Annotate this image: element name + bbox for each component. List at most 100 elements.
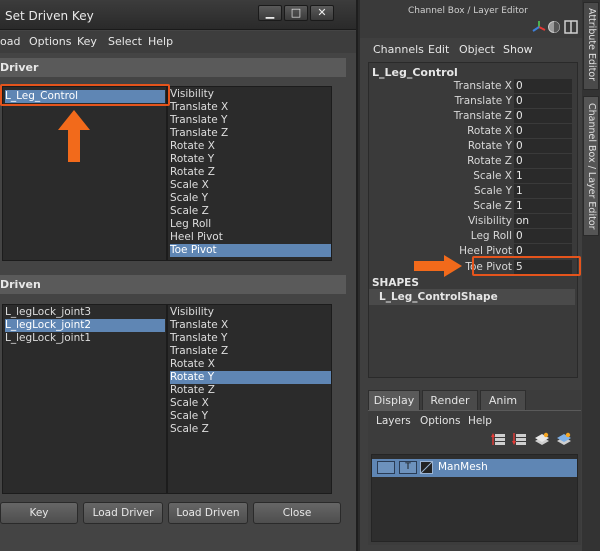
menu-edit[interactable]: Edit (428, 43, 449, 56)
tab-label: Attribute Editor (586, 8, 597, 82)
move-layer-down-icon[interactable] (512, 432, 528, 446)
channel-value-translate-x[interactable]: 0 (514, 79, 572, 93)
minimize-button[interactable]: ▁ (258, 5, 282, 21)
list-item[interactable]: L_legLock_joint3 (5, 306, 165, 319)
attribute-visibility[interactable]: Visibility (170, 88, 331, 101)
channel-value-scale-x[interactable]: 1 (514, 169, 572, 183)
channel-box-menu: Channels Edit Object Show (360, 40, 582, 60)
attribute-rotate-y[interactable]: Rotate Y (170, 371, 331, 384)
side-tab-strip: Attribute Editor Channel Box / Layer Edi… (582, 0, 600, 551)
new-layer-icon[interactable] (534, 432, 550, 446)
channel-label-leg-roll[interactable]: Leg Roll (369, 230, 512, 242)
attribute-translate-z[interactable]: Translate Z (170, 345, 331, 358)
attribute-visibility[interactable]: Visibility (170, 306, 331, 319)
menu-select[interactable]: Select (108, 35, 142, 48)
layer-editor: Display Render Anim Layers Options Help … (368, 390, 581, 545)
channel-value-leg-roll[interactable]: 0 (514, 229, 572, 243)
tab-anim[interactable]: Anim (480, 390, 526, 410)
attribute-translate-y[interactable]: Translate Y (170, 332, 331, 345)
panel-heading: Channel Box / Layer Editor (408, 6, 528, 16)
list-item[interactable]: L_legLock_joint2 (5, 319, 165, 332)
tab-attribute-editor[interactable]: Attribute Editor (583, 2, 599, 90)
shapes-heading: SHAPES (372, 277, 419, 289)
channel-label-rotate-x[interactable]: Rotate X (369, 125, 512, 137)
load-driven-button[interactable]: Load Driven (168, 502, 248, 524)
display-mode-icon[interactable] (547, 20, 561, 34)
close-window-button[interactable]: ✕ (310, 5, 334, 21)
channel-value-scale-y[interactable]: 1 (514, 184, 572, 198)
channel-label-scale-y[interactable]: Scale Y (369, 185, 512, 197)
driver-attribute-list[interactable]: Visibility Translate X Translate Y Translat… (167, 86, 332, 261)
menu-object[interactable]: Object (459, 43, 495, 56)
channel-value-scale-z[interactable]: 1 (514, 199, 572, 213)
shape-node-name[interactable]: L_Leg_ControlShape (369, 289, 575, 305)
channel-label-rotate-y[interactable]: Rotate Y (369, 140, 512, 152)
menu-load[interactable]: oad (0, 35, 20, 48)
driven-object-list[interactable]: L_legLock_joint3 L_legLock_joint2 L_legL… (2, 304, 167, 494)
maximize-button[interactable]: □ (284, 5, 308, 21)
new-layer-selected-icon[interactable] (556, 432, 572, 446)
channel-value-rotate-y[interactable]: 0 (514, 139, 572, 153)
attribute-rotate-x[interactable]: Rotate X (170, 358, 331, 371)
attribute-translate-y[interactable]: Translate Y (170, 114, 331, 127)
attribute-translate-x[interactable]: Translate X (170, 319, 331, 332)
layer-row[interactable]: T ManMesh (372, 459, 577, 477)
up-arrow-icon (58, 110, 90, 162)
channel-value-rotate-z[interactable]: 0 (514, 154, 572, 168)
menu-show[interactable]: Show (503, 43, 533, 56)
channel-label-scale-x[interactable]: Scale X (369, 170, 512, 182)
menu-layer-options[interactable]: Options (420, 415, 461, 427)
close-button[interactable]: Close (253, 502, 341, 524)
attribute-scale-z[interactable]: Scale Z (170, 205, 331, 218)
driven-attribute-list[interactable]: Visibility Translate X Translate Y Translat… (167, 304, 332, 494)
menu-channels[interactable]: Channels (373, 43, 424, 56)
attribute-toe-pivot[interactable]: Toe Pivot (170, 244, 331, 257)
attribute-rotate-z[interactable]: Rotate Z (170, 166, 331, 179)
layer-color-swatch-icon[interactable] (420, 461, 433, 474)
attribute-heel-pivot[interactable]: Heel Pivot (170, 231, 331, 244)
menu-options[interactable]: Options (29, 35, 71, 48)
attribute-leg-roll[interactable]: Leg Roll (170, 218, 331, 231)
channel-label-rotate-z[interactable]: Rotate Z (369, 155, 512, 167)
menu-layer-help[interactable]: Help (468, 415, 492, 427)
channel-value-visibility[interactable]: on (514, 214, 572, 228)
attribute-translate-z[interactable]: Translate Z (170, 127, 331, 140)
tab-channel-box[interactable]: Channel Box / Layer Editor (583, 96, 599, 236)
right-arrow-icon (414, 255, 462, 277)
menu-key[interactable]: Key (77, 35, 97, 48)
layer-name: ManMesh (438, 461, 488, 473)
attribute-scale-y[interactable]: Scale Y (170, 410, 331, 423)
tab-render[interactable]: Render (422, 390, 478, 410)
channel-value-rotate-x[interactable]: 0 (514, 124, 572, 138)
attribute-scale-x[interactable]: Scale X (170, 179, 331, 192)
attribute-scale-x[interactable]: Scale X (170, 397, 331, 410)
menu-help[interactable]: Help (148, 35, 173, 48)
channel-label-translate-x[interactable]: Translate X (369, 80, 512, 92)
driven-section-header: Driven (0, 275, 346, 294)
menu-bar: oad Options Key Select Help (0, 31, 356, 53)
move-layer-up-icon[interactable] (491, 432, 507, 446)
axis-icon[interactable] (532, 20, 546, 34)
list-item[interactable]: L_legLock_joint1 (5, 332, 165, 345)
channel-label-visibility[interactable]: Visibility (369, 215, 512, 227)
attribute-scale-z[interactable]: Scale Z (170, 423, 331, 436)
channel-value-translate-z[interactable]: 0 (514, 109, 572, 123)
title-bar[interactable]: Set Driven Key ▁ □ ✕ (0, 0, 356, 30)
channel-label-scale-z[interactable]: Scale Z (369, 200, 512, 212)
layer-type-toggle[interactable]: T (399, 461, 417, 474)
attribute-rotate-y[interactable]: Rotate Y (170, 153, 331, 166)
channel-box-panel: Channel Box / Layer Editor Channels Edit… (360, 0, 600, 551)
attribute-scale-y[interactable]: Scale Y (170, 192, 331, 205)
load-driver-button[interactable]: Load Driver (83, 502, 163, 524)
attribute-translate-x[interactable]: Translate X (170, 101, 331, 114)
channel-label-translate-y[interactable]: Translate Y (369, 95, 512, 107)
channel-label-translate-z[interactable]: Translate Z (369, 110, 512, 122)
layout-icon[interactable] (564, 20, 578, 34)
layer-visibility-toggle[interactable] (377, 461, 395, 474)
tab-display[interactable]: Display (368, 390, 420, 410)
key-button[interactable]: Key (0, 502, 78, 524)
attribute-rotate-z[interactable]: Rotate Z (170, 384, 331, 397)
attribute-rotate-x[interactable]: Rotate X (170, 140, 331, 153)
channel-value-translate-y[interactable]: 0 (514, 94, 572, 108)
menu-layers[interactable]: Layers (376, 415, 411, 427)
